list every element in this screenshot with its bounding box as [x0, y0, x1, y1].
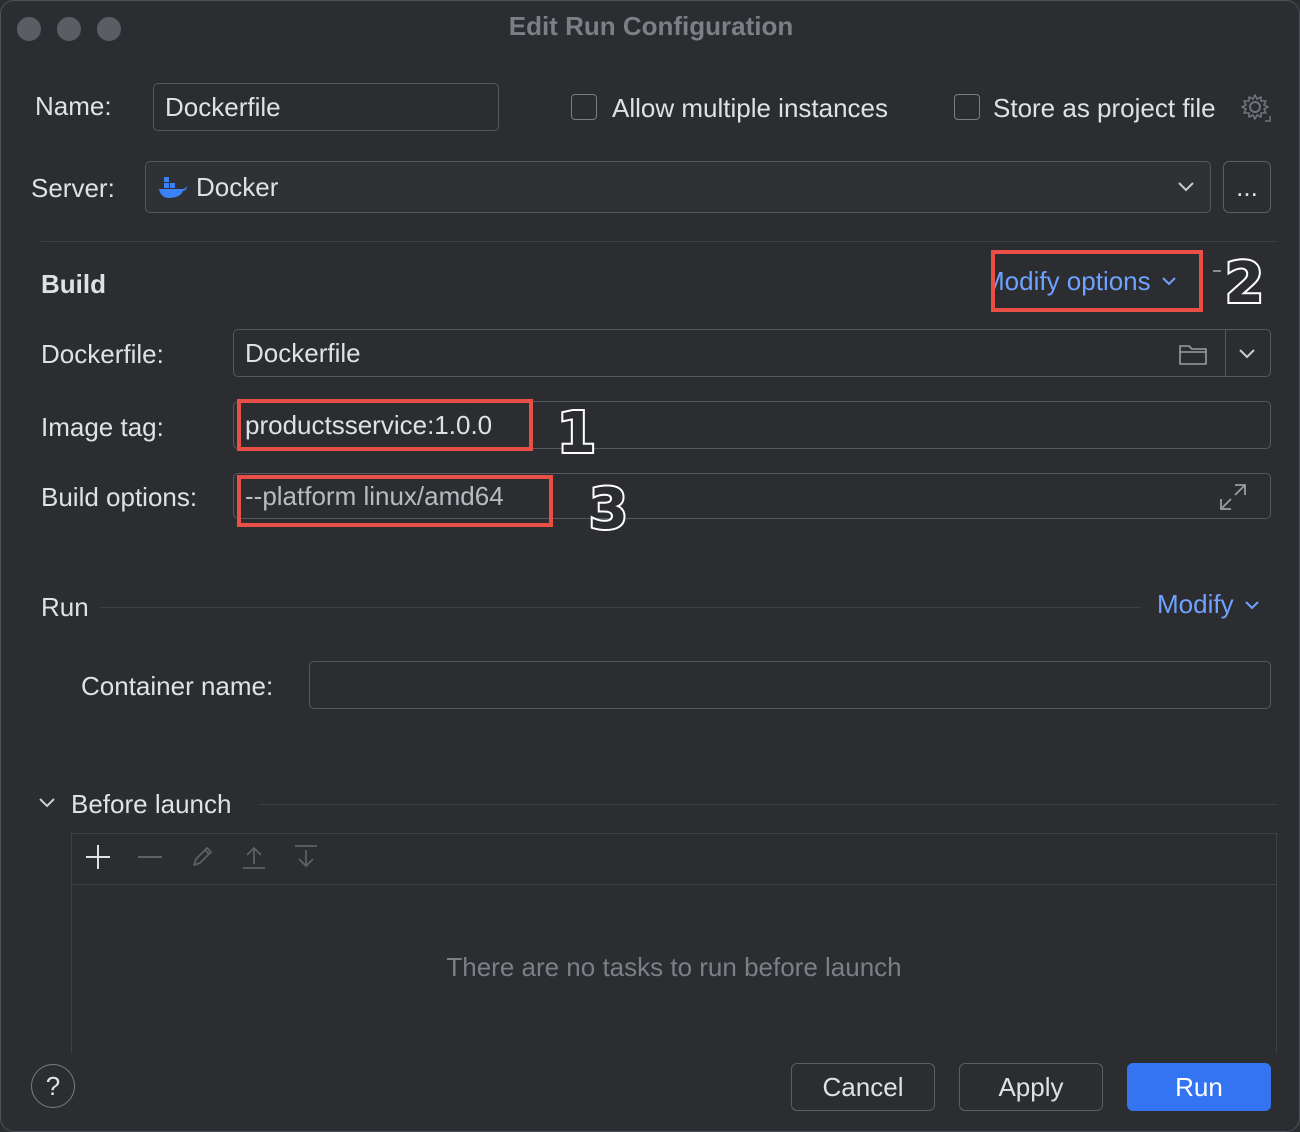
build-options-label: Build options:: [41, 482, 198, 512]
annotation-box-image-tag: [237, 399, 533, 451]
chevron-down-icon: [1178, 182, 1194, 192]
container-name-field[interactable]: [309, 661, 1271, 709]
modify-run-label: Modify: [1157, 589, 1234, 619]
annotation-box-build-options: [237, 475, 553, 527]
run-button[interactable]: Run: [1127, 1063, 1271, 1111]
annotation-number-1: 1: [555, 399, 598, 468]
allow-multiple-instances-checkbox[interactable]: [571, 94, 597, 120]
empty-tasks-text: There are no tasks to run before launch: [446, 952, 902, 982]
before-launch-heading[interactable]: Before launch: [71, 789, 231, 820]
collapse-chevron-icon[interactable]: [37, 796, 57, 810]
docker-icon: [159, 177, 187, 198]
help-button[interactable]: ?: [31, 1064, 75, 1108]
dockerfile-label: Dockerfile:: [41, 339, 164, 369]
divider: [1225, 330, 1226, 376]
annotation-number-3: 3: [587, 475, 630, 544]
name-field[interactable]: Dockerfile: [153, 83, 499, 131]
build-heading: Build: [41, 269, 106, 299]
dockerfile-value: Dockerfile: [245, 337, 361, 368]
name-label: Name:: [35, 91, 112, 121]
window-title: Edit Run Configuration: [508, 11, 794, 41]
dockerfile-field[interactable]: Dockerfile: [233, 329, 1271, 377]
expand-icon[interactable]: [1218, 482, 1248, 512]
move-down-icon[interactable]: [293, 844, 319, 870]
folder-icon[interactable]: [1178, 342, 1208, 366]
allow-multiple-instances-label: Allow multiple instances: [612, 93, 889, 123]
store-as-project-file-label: Store as project file: [993, 93, 1216, 123]
chevron-down-icon: [1244, 600, 1259, 609]
image-tag-label: Image tag:: [41, 412, 164, 442]
edit-icon[interactable]: [189, 844, 215, 870]
server-value: Docker: [196, 171, 279, 202]
server-dropdown[interactable]: Docker: [145, 161, 1211, 213]
add-icon[interactable]: [85, 844, 111, 870]
gear-icon[interactable]: [1241, 93, 1271, 123]
remove-icon[interactable]: [137, 844, 163, 870]
apply-button[interactable]: Apply: [959, 1063, 1103, 1111]
container-name-label: Container name:: [81, 671, 274, 701]
run-heading: Run: [41, 592, 89, 622]
modify-run-link[interactable]: Modify: [1157, 589, 1260, 620]
store-as-project-file-checkbox[interactable]: [954, 94, 980, 120]
divider: [41, 241, 1277, 242]
annotation-box-modify-options: [991, 250, 1203, 312]
edit-run-configuration-dialog: Edit Run Configuration Name: Dockerfile …: [0, 0, 1300, 1132]
chevron-down-icon[interactable]: [1238, 347, 1256, 359]
cancel-button[interactable]: Cancel: [791, 1063, 935, 1111]
move-up-icon[interactable]: [241, 844, 267, 870]
divider: [259, 804, 1277, 805]
divider: [101, 607, 1141, 608]
divider: [72, 884, 1276, 885]
server-more-button[interactable]: ...: [1223, 161, 1271, 213]
server-label: Server:: [31, 173, 115, 203]
annotation-number-2: 2: [1223, 249, 1266, 318]
